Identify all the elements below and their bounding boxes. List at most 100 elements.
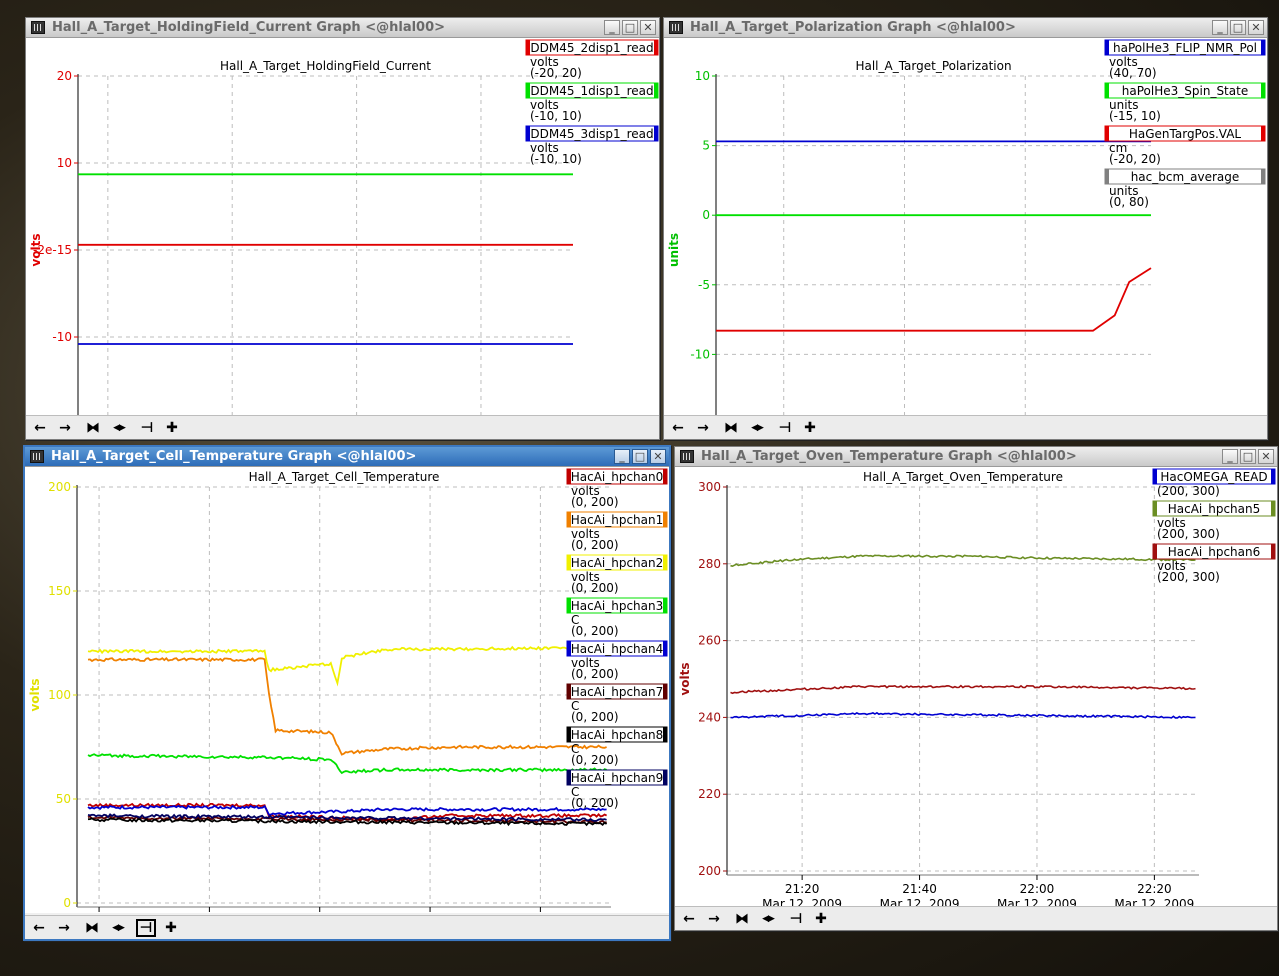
chart-panel[interactable]: Hall_A_Target_Cell_Temperature 200 150 100 5… [25, 467, 669, 913]
zoom-y-icon[interactable]: ⊣ [136, 919, 156, 937]
legend-entry[interactable]: HacAi_hpchan6volts(200, 300) [1152, 543, 1276, 584]
legend-entry[interactable]: HacOMEGA_READ(200, 300) [1152, 468, 1276, 498]
crosshair-plus-icon[interactable]: ✚ [811, 910, 831, 928]
close-button[interactable]: ✕ [650, 449, 666, 464]
legend-swatch [1271, 469, 1275, 484]
oven-temperature-window[interactable]: Hall_A_Target_Oven_Temperature Graph <@h… [674, 446, 1278, 931]
legend-entry[interactable]: HacAi_hpchan5volts(200, 300) [1152, 500, 1276, 541]
legend-name: HacAi_hpchan0 [571, 470, 664, 484]
y-tick-label: 200 [48, 480, 71, 494]
app-icon[interactable] [669, 21, 683, 34]
polarization-window[interactable]: Hall_A_Target_Polarization Graph <@hlal0… [663, 17, 1268, 440]
legend-range: (0, 200) [571, 495, 619, 509]
crosshair-plus-icon[interactable]: ✚ [161, 919, 181, 937]
arrow-left-icon[interactable]: ← [29, 919, 49, 937]
graph-toolbar: ← → ⧓ ◀▶ ⊣ ✚ [26, 415, 659, 439]
window-title: Hall_A_Target_Polarization Graph <@hlal0… [690, 20, 1016, 35]
legend-entry[interactable]: HacAi_hpchan1volts(0, 200) [566, 511, 668, 552]
y-tick-label: 260 [698, 634, 721, 648]
zoom-in-x-icon[interactable]: ⧓ [721, 419, 741, 437]
zoom-out-x-icon[interactable]: ◀▶ [747, 419, 767, 437]
chart-panel[interactable]: Hall_A_Target_Oven_Temperature 300 280 260 2… [675, 467, 1277, 906]
zoom-y-icon[interactable]: ⊣ [775, 419, 795, 437]
cell-temperature-window[interactable]: Hall_A_Target_Cell_Temperature Graph <@h… [23, 445, 671, 941]
legend-entry[interactable]: DDM45_3disp1_readvolts(-10, 10) [525, 125, 659, 166]
arrow-right-icon[interactable]: → [704, 910, 724, 928]
legend-entry[interactable]: DDM45_1disp1_readvolts(-10, 10) [525, 82, 659, 123]
legend-swatch [1105, 126, 1109, 141]
legend-swatch [1153, 544, 1157, 559]
zoom-in-x-icon[interactable]: ⧓ [82, 919, 102, 937]
legend-entry[interactable]: DDM45_2disp1_readvolts(-20, 20) [525, 39, 659, 80]
legend-name: DDM45_1disp1_read [530, 84, 653, 98]
legend-entry[interactable]: HacAi_hpchan9C(0, 200) [566, 769, 668, 810]
legend-entry[interactable]: HacAi_hpchan2volts(0, 200) [566, 554, 668, 595]
legend-range: (0, 200) [571, 796, 619, 810]
y-axis-label: volts [29, 233, 43, 266]
legend-name: HacOMEGA_READ [1160, 470, 1267, 484]
legend-swatch [1105, 40, 1109, 55]
y-tick-label: 20 [57, 69, 72, 83]
legend-entry[interactable]: HacAi_hpchan7C(0, 200) [566, 683, 668, 724]
arrow-right-icon[interactable]: → [55, 419, 75, 437]
zoom-out-x-icon[interactable]: ◀▶ [758, 910, 778, 928]
y-axis-label: volts [678, 662, 692, 695]
arrow-left-icon[interactable]: ← [30, 419, 50, 437]
title-bar[interactable]: Hall_A_Target_Polarization Graph <@hlal0… [664, 18, 1267, 38]
arrow-left-icon[interactable]: ← [668, 419, 688, 437]
legend-entry[interactable]: HacAi_hpchan4volts(0, 200) [566, 640, 668, 681]
y-tick-label: 150 [48, 584, 71, 598]
crosshair-plus-icon[interactable]: ✚ [162, 419, 182, 437]
maximize-button[interactable]: □ [632, 449, 648, 464]
maximize-button[interactable]: □ [1230, 20, 1246, 35]
legend-name: HacAi_hpchan3 [571, 599, 664, 613]
y-tick-label: 5 [702, 139, 710, 153]
zoom-in-x-icon[interactable]: ⧓ [732, 910, 752, 928]
minimize-button[interactable]: _ [604, 20, 620, 35]
zoom-out-x-icon[interactable]: ◀▶ [108, 919, 128, 937]
legend-name: HacAi_hpchan8 [571, 728, 664, 742]
title-bar[interactable]: Hall_A_Target_Oven_Temperature Graph <@h… [675, 447, 1277, 467]
arrow-right-icon[interactable]: → [693, 419, 713, 437]
legend-swatch [1261, 126, 1265, 141]
title-bar[interactable]: Hall_A_Target_HoldingField_Current Graph… [26, 18, 659, 38]
close-button[interactable]: ✕ [640, 20, 656, 35]
close-button[interactable]: ✕ [1248, 20, 1264, 35]
maximize-button[interactable]: □ [622, 20, 638, 35]
series-line-hacai-hpchan5 [730, 554, 1196, 568]
arrow-left-icon[interactable]: ← [679, 910, 699, 928]
legend-entry[interactable]: haPolHe3_Spin_Stateunits(-15, 10) [1104, 82, 1266, 123]
series-line-hacai-hpchan6 [730, 684, 1196, 695]
legend-entry[interactable]: HaGenTargPos.VALcm(-20, 20) [1104, 125, 1266, 166]
chart-panel[interactable]: Hall_A_Target_HoldingField_Current 20 10 -2… [26, 38, 659, 415]
zoom-out-x-icon[interactable]: ◀▶ [109, 419, 129, 437]
zoom-y-icon[interactable]: ⊣ [137, 419, 157, 437]
app-icon[interactable] [30, 450, 44, 463]
zoom-in-x-icon[interactable]: ⧓ [83, 419, 103, 437]
legend-entry[interactable]: HacAi_hpchan3C(0, 200) [566, 597, 668, 638]
legend-entry[interactable]: HacAi_hpchan0volts(0, 200) [566, 468, 668, 509]
minimize-button[interactable]: _ [614, 449, 630, 464]
crosshair-plus-icon[interactable]: ✚ [800, 419, 820, 437]
zoom-y-icon[interactable]: ⊣ [786, 910, 806, 928]
title-bar[interactable]: Hall_A_Target_Cell_Temperature Graph <@h… [25, 447, 669, 467]
legend-name: HacAi_hpchan4 [571, 642, 664, 656]
app-icon[interactable] [680, 450, 694, 463]
app-icon[interactable] [31, 21, 45, 34]
legend-swatch [663, 555, 667, 570]
legend-entry[interactable]: haPolHe3_FLIP_NMR_Polvolts(40, 70) [1104, 39, 1266, 80]
window-title: Hall_A_Target_Cell_Temperature Graph <@h… [51, 449, 417, 464]
arrow-right-icon[interactable]: → [54, 919, 74, 937]
legend-entry[interactable]: hac_bcm_averageunits(0, 80) [1104, 168, 1266, 209]
grid [716, 75, 1151, 415]
x-tick-date: Mar 12, 2009 [762, 897, 842, 906]
holding-field-window[interactable]: Hall_A_Target_HoldingField_Current Graph… [25, 17, 660, 440]
close-button[interactable]: ✕ [1258, 449, 1274, 464]
y-tick-label: -5 [698, 278, 710, 292]
chart-panel[interactable]: Hall_A_Target_Polarization1050-5-10-15un… [664, 38, 1267, 415]
maximize-button[interactable]: □ [1240, 449, 1256, 464]
minimize-button[interactable]: _ [1212, 20, 1228, 35]
minimize-button[interactable]: _ [1222, 449, 1238, 464]
y-tick-label: 200 [698, 864, 721, 878]
legend-swatch [526, 40, 530, 55]
